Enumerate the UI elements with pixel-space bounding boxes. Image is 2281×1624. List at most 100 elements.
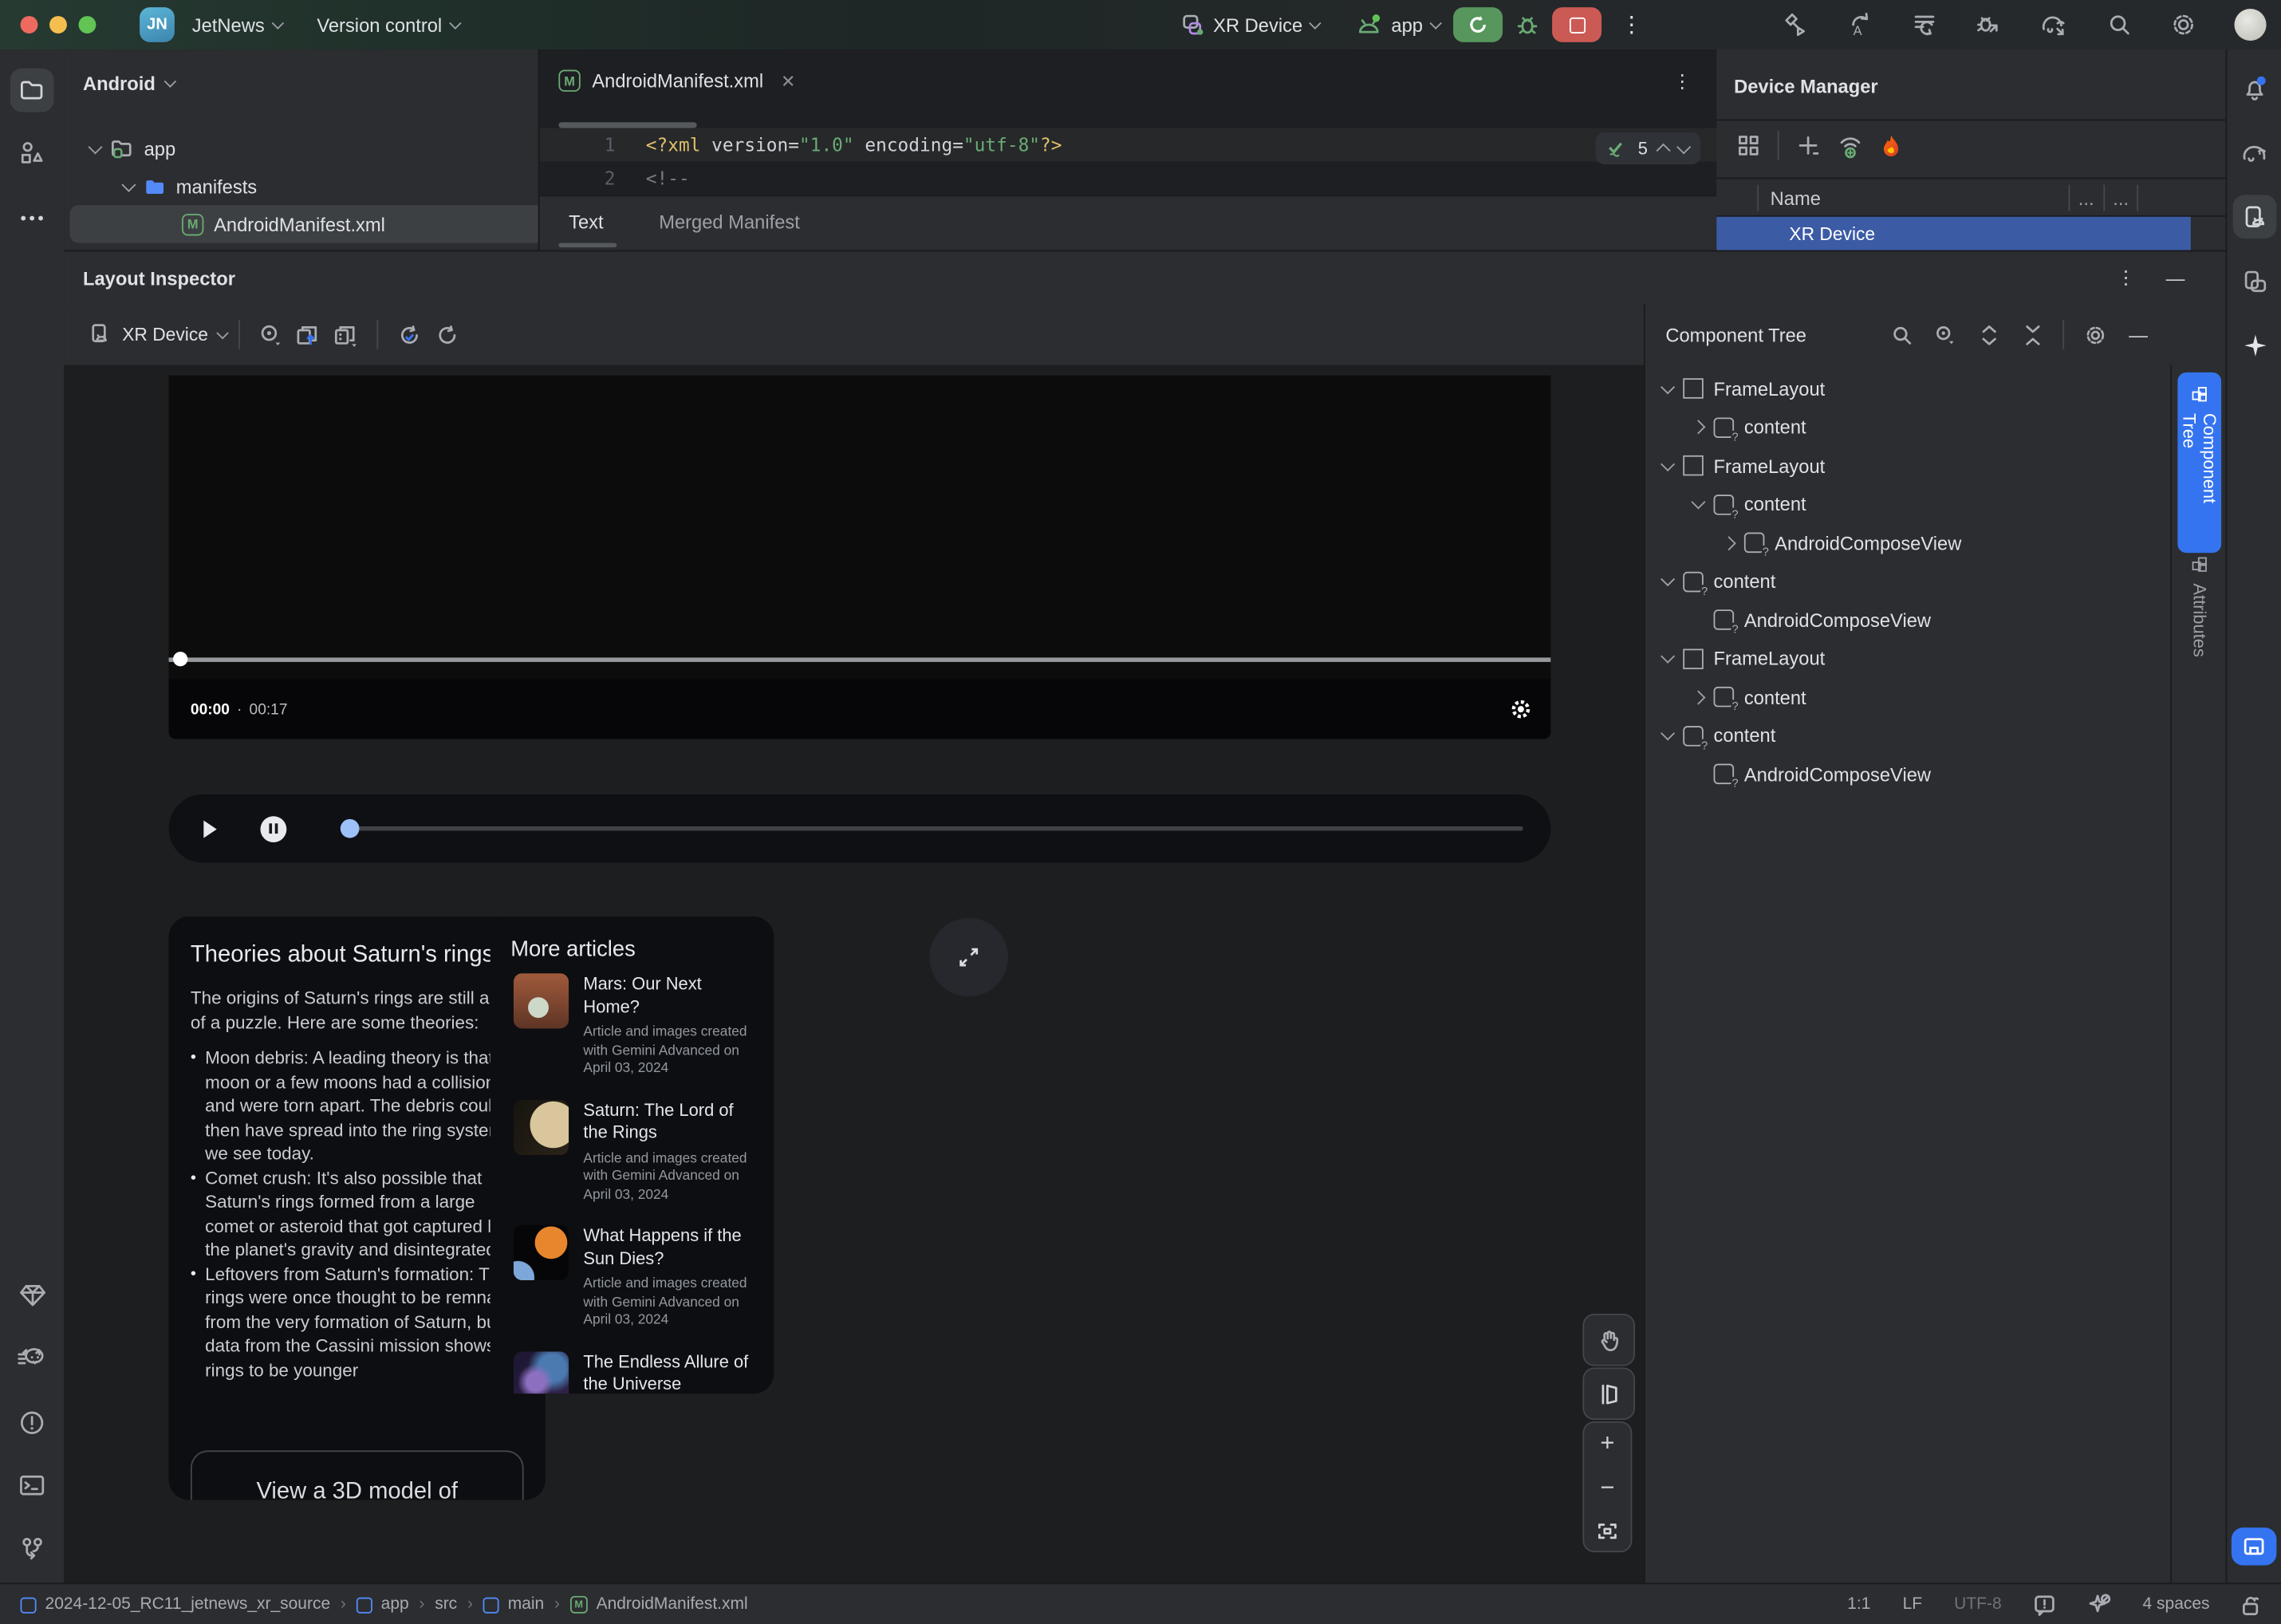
attach-debugger-icon[interactable] [1976,12,2002,38]
tab-text[interactable]: Text [569,211,603,232]
article-item[interactable]: Mars: Our Next Home? Article and images c… [490,973,774,1099]
resource-manager-tool-button[interactable] [10,131,54,175]
gradle-sync-icon[interactable] [2039,12,2068,38]
editor-tab-androidmanifest[interactable]: M AndroidManifest.xml ✕ [558,69,795,92]
device-selector[interactable]: XR Device [1181,13,1322,36]
audio-player[interactable] [168,794,1551,863]
column-ellipsis-2[interactable]: ... [2113,187,2129,208]
breadcrumb-item[interactable]: app [356,1596,409,1614]
tree-filter-eye-icon[interactable] [1926,316,1964,353]
breadcrumb-item[interactable]: 2024-12-05_RC11_jetnews_xr_source [20,1596,330,1614]
running-devices-button[interactable] [2233,259,2277,303]
gear-icon[interactable] [2170,12,2196,38]
run-configuration-selector[interactable]: app [1357,13,1443,36]
snapshot-export-button[interactable] [290,316,327,353]
line-ending-widget[interactable]: LF [1903,1596,1922,1614]
article-item[interactable]: What Happens if the Sun Dies? Article and… [490,1224,774,1351]
tree-search-icon[interactable] [1882,316,1920,353]
pair-wifi-icon[interactable] [1838,133,1864,158]
zoom-out-button[interactable]: − [1600,1475,1614,1500]
project-node-manifests[interactable]: manifests [121,168,257,205]
rerun-button[interactable] [1453,7,1503,42]
avatar[interactable] [2234,8,2267,41]
expand-fab[interactable] [929,917,1008,997]
project-tool-button[interactable] [10,68,54,112]
terminal-tool-button[interactable] [10,1464,54,1508]
tab-merged-manifest[interactable]: Merged Manifest [659,211,800,232]
indent-widget[interactable]: 4 spaces [2143,1596,2210,1614]
chevron-down-icon[interactable] [1661,379,1676,394]
balloon-icon[interactable] [2034,1594,2055,1615]
gemini-button[interactable] [2233,323,2277,367]
ai-off-icon[interactable] [2087,1593,2111,1616]
code-line-1[interactable]: 1 <?xml version="1.0" encoding="utf-8"?> [539,128,1719,162]
video-player[interactable]: 00:00 · 00:17 [168,375,1551,739]
component-tree-node[interactable]: AndroidComposeView [1645,524,2172,562]
refresh-button[interactable] [427,316,465,353]
expand-all-icon[interactable] [1970,316,2007,353]
inspector-canvas[interactable]: 00:00 · 00:17 Theories about Saturn's ri… [64,365,1645,1585]
component-tree-node[interactable]: content [1645,562,2172,601]
close-icon[interactable]: ✕ [781,70,795,91]
device-manager-button[interactable] [2232,195,2277,239]
build-hammer-icon[interactable] [1783,12,1810,38]
component-tree-node[interactable]: content [1645,716,2172,755]
profiler-tool-button[interactable] [10,1337,54,1381]
column-ellipsis-1[interactable]: ... [2078,187,2094,208]
debug-button[interactable] [1516,13,1539,36]
component-tree-node[interactable]: AndroidComposeView [1645,601,2172,639]
profiler-icon[interactable] [1912,12,1938,38]
stop-button[interactable] [1552,7,1602,42]
article-item[interactable]: The Endless Allure of the UniverseArticl… [490,1350,774,1394]
inspections-widget[interactable]: 5 [1595,132,1700,165]
mode-3d-button[interactable] [1582,1367,1636,1421]
vtab-component-tree[interactable]: Component Tree [2177,372,2222,554]
chevron-down-icon[interactable] [1661,572,1676,587]
window-close-button[interactable] [20,16,38,34]
view-3d-model-button[interactable]: View a 3D model of [190,1450,524,1500]
notifications-button[interactable] [2233,67,2277,111]
caret-position-widget[interactable]: 1:1 [1847,1596,1870,1614]
saturn-theories-card[interactable]: Theories about Saturn's rings The origin… [168,916,546,1500]
collapse-all-icon[interactable] [2013,316,2051,353]
version-control-menu[interactable]: Version control [317,14,462,36]
chevron-down-icon[interactable] [1661,649,1676,664]
layout-inspector-toggle-button[interactable] [2231,1527,2277,1566]
chevron-down-icon[interactable] [1661,726,1676,741]
video-settings-gear-icon[interactable] [1510,698,1531,719]
vtab-attributes[interactable]: Attributes [2177,542,2221,705]
video-progress-thumb[interactable] [173,652,188,667]
component-tree-node[interactable]: FrameLayout [1645,447,2172,485]
component-tree-node[interactable]: AndroidComposeView [1645,755,2172,794]
gradle-button[interactable] [2233,131,2277,175]
component-tree-node[interactable]: content [1645,485,2172,523]
next-issue-icon[interactable] [1676,139,1691,154]
problems-tool-button[interactable] [10,1401,54,1445]
chevron-right-icon[interactable] [1691,420,1706,435]
inspector-minimize-icon[interactable]: — [2166,267,2185,289]
snapshot-load-button[interactable] [327,316,364,353]
device-row-xr-device[interactable]: XR Device [1716,216,2191,250]
inspector-device-selector[interactable]: XR Device [90,323,229,346]
tree-settings-gear-icon[interactable] [2076,316,2114,353]
chevron-right-icon[interactable] [1691,690,1706,705]
project-node-app[interactable]: app [88,129,175,167]
inspector-options-kebab[interactable]: ⋮ [2117,266,2136,290]
view-options-button[interactable] [252,316,290,353]
lock-icon[interactable] [2242,1594,2261,1615]
project-view-selector[interactable]: Android [83,73,176,95]
tree-minimize-icon[interactable]: — [2119,316,2157,353]
search-icon[interactable] [2106,12,2133,38]
code-line-2[interactable]: 2 <!-- [540,161,1718,195]
chevron-down-icon[interactable] [1691,495,1706,510]
encoding-widget[interactable]: UTF-8 [1954,1596,2001,1614]
video-progress-track[interactable] [168,657,1551,661]
component-tree-node[interactable]: content [1645,408,2172,447]
grid-icon[interactable] [1737,134,1760,157]
pause-button[interactable] [260,815,287,842]
run-more-kebab[interactable]: ⋮ [1621,12,1644,38]
add-device-icon[interactable] [1797,134,1820,157]
article-item[interactable]: Saturn: The Lord of the Rings Article and… [490,1098,774,1225]
live-updates-button[interactable] [390,316,427,353]
chevron-right-icon[interactable] [1721,535,1736,550]
